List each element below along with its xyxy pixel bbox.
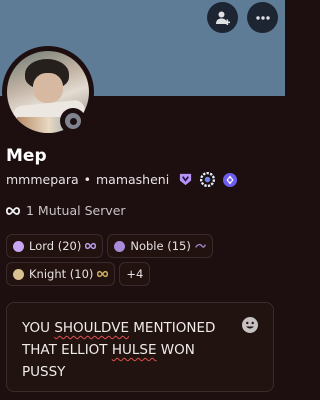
role-color-dot [13, 268, 24, 280]
role-label: Noble (15) [130, 239, 191, 253]
role-color-dot [114, 240, 126, 252]
more-options-button[interactable] [247, 2, 278, 33]
hypesquad-ring-icon[interactable] [199, 171, 216, 188]
swirl-icon [194, 242, 206, 250]
role-pill-knight[interactable]: Knight (10) [6, 262, 116, 286]
mutual-servers-link[interactable]: 1 Mutual Server [6, 203, 126, 218]
status-indicator [60, 108, 86, 134]
display-name: Mep [6, 146, 47, 166]
secondary-name: mamasheni [96, 172, 170, 187]
role-pill-lord[interactable]: Lord (20) [6, 234, 104, 258]
misspelled-word: HULSE [111, 342, 157, 358]
more-roles-button[interactable]: +4 [119, 262, 151, 286]
more-roles-label: +4 [126, 267, 144, 281]
infinity-icon [85, 242, 97, 250]
role-label: Knight (10) [29, 267, 94, 281]
mutual-servers-label: 1 Mutual Server [26, 203, 126, 218]
add-friend-icon [215, 11, 230, 25]
role-pill-noble[interactable]: Noble (15) [107, 234, 213, 258]
username-row: mmmepara • mamasheni [6, 171, 238, 188]
username-separator: • [83, 172, 91, 187]
role-list: Lord (20) Noble (15) Knight (10) +4 [6, 234, 276, 286]
role-color-dot [13, 240, 24, 252]
username[interactable]: mmmepara [6, 172, 79, 187]
misspelled-word: SHOULDVE [54, 320, 129, 336]
message-text[interactable]: YOU SHOULDVE MENTIONED THAT ELLIOT HULSE… [22, 317, 229, 383]
badge-list [177, 171, 238, 188]
add-friend-button[interactable] [207, 2, 238, 33]
role-label: Lord (20) [29, 239, 82, 253]
offline-status-icon [65, 113, 81, 129]
infinity-icon [97, 270, 109, 278]
quest-badge-icon[interactable] [221, 171, 238, 188]
infinity-icon [6, 206, 20, 215]
smiley-icon[interactable] [241, 316, 259, 334]
message-input[interactable]: YOU SHOULDVE MENTIONED THAT ELLIOT HULSE… [6, 302, 274, 392]
nitro-shield-icon[interactable] [177, 171, 194, 188]
more-dots-icon [255, 15, 270, 20]
